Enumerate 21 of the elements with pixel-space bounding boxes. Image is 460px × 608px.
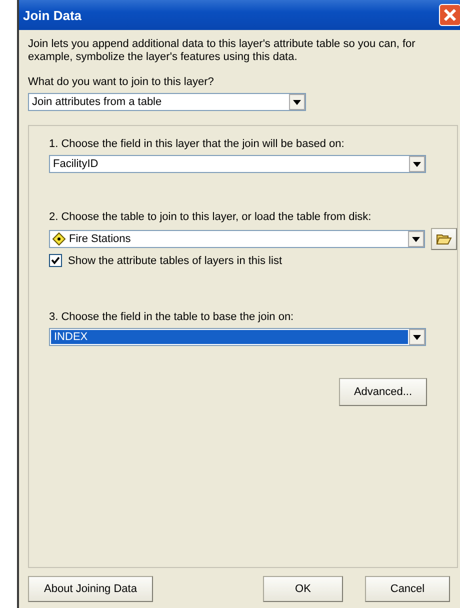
step-label: 1. Choose the field in this layer that the join will be based on:	[49, 138, 346, 150]
field-dropdown[interactable]: INDEX	[49, 328, 426, 346]
about-button[interactable]: About Joining Data	[28, 576, 153, 602]
step-label: 3. Choose the field in the table to base the join on:	[49, 311, 295, 323]
join-type-label: What do you want to join to this layer?	[28, 76, 215, 88]
close-button[interactable]	[439, 4, 460, 26]
field-dropdown[interactable]: FacilityID	[49, 155, 426, 173]
step-label: 2. Choose the table to join to this layer, or load the table from disk:	[49, 211, 372, 223]
close-icon	[442, 7, 458, 23]
checkbox[interactable]	[49, 254, 62, 267]
field-dropdown[interactable]: Fire Stations	[49, 230, 426, 248]
layer-symbol-icon	[52, 232, 66, 246]
intro-text: Join lets you append additional data to this layer's attribute table so you can, for example, symbolize the layer's features using this data.	[28, 38, 416, 64]
folder-icon	[436, 232, 452, 246]
cancel-button[interactable]: Cancel	[365, 576, 450, 602]
checkbox-label: Show the attribute tables of layers in this list	[68, 254, 282, 266]
window-title: Join Data	[23, 8, 82, 22]
ok-button[interactable]: OK	[263, 576, 343, 602]
open-folder-button[interactable]	[431, 228, 457, 250]
advanced-button[interactable]: Advanced...	[339, 378, 427, 406]
join-type-dropdown[interactable]: Join attributes from a table	[28, 93, 306, 111]
